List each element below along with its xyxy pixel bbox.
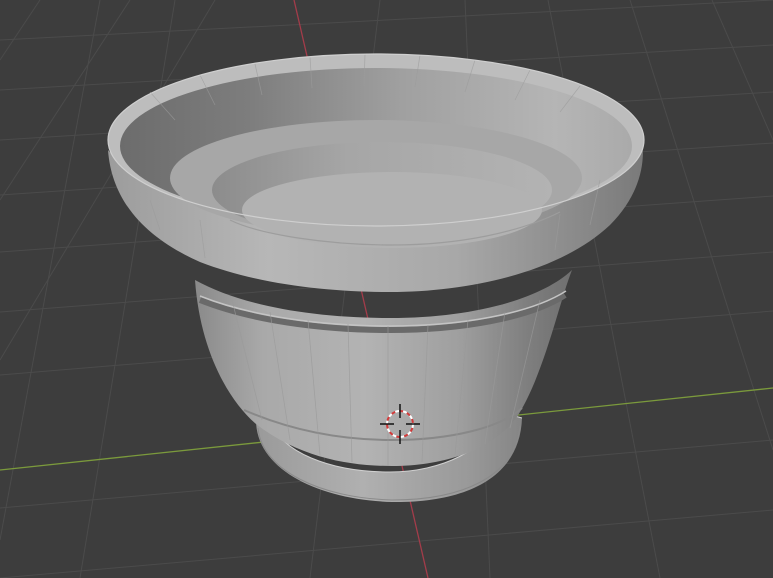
3d-viewport[interactable] bbox=[0, 0, 773, 578]
viewport-canvas[interactable] bbox=[0, 0, 773, 578]
cup-rim[interactable] bbox=[107, 53, 645, 292]
